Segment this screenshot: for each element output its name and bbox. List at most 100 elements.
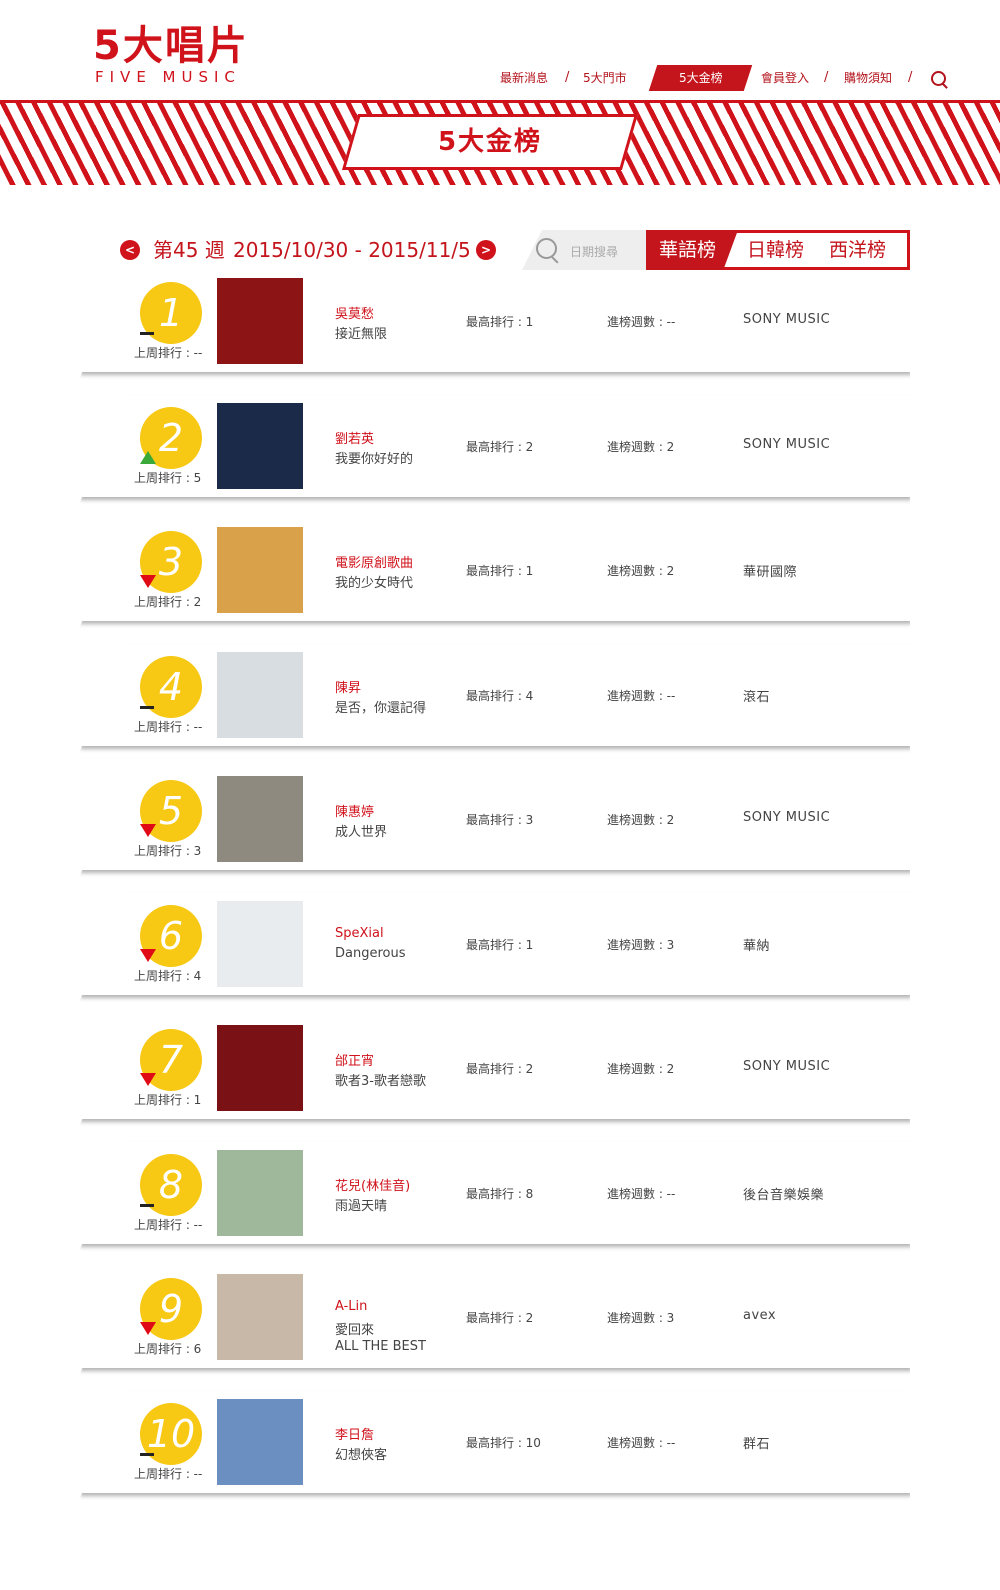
peak-rank: 最高排行 : 10 — [466, 1435, 541, 1450]
artist-name[interactable]: A-Lin — [335, 1299, 367, 1314]
album-title[interactable]: 幻想俠客 — [335, 1444, 387, 1463]
artist-name[interactable]: 花兒(林佳音) — [335, 1175, 410, 1194]
date-search-icon[interactable] — [536, 238, 557, 259]
artist-name[interactable]: 陳昇 — [335, 677, 361, 696]
peak-rank: 最高排行 : 1 — [466, 937, 534, 952]
nav-stores[interactable]: 5大門市 — [583, 65, 627, 91]
album-title[interactable]: 成人世界 — [335, 821, 387, 840]
weeks-on-chart: 進榜週數 : 2 — [607, 439, 675, 454]
album-cover[interactable] — [217, 776, 303, 862]
trend-flat-icon — [140, 705, 154, 709]
banner-top-line — [0, 100, 1000, 103]
weeks-on-chart: 進榜週數 : -- — [607, 1186, 676, 1201]
chart-row[interactable]: 10 上周排行 : -- 李日詹 幻想俠客 最高排行 : 10 進榜週數 : -- 群石 — [78, 1390, 910, 1493]
album-title[interactable]: 雨過天晴 — [335, 1195, 387, 1214]
tab-japan-korea[interactable]: 日韓榜 — [747, 233, 804, 267]
trend-down-icon — [140, 824, 156, 837]
nav-login[interactable]: 會員登入 — [761, 65, 809, 91]
album-cover[interactable] — [217, 278, 303, 364]
last-week-rank: 上周排行 : -- — [134, 346, 203, 360]
trend-flat-icon — [140, 1452, 154, 1456]
album-title[interactable]: 是否，你還記得 — [335, 697, 426, 716]
nav-separator: / — [565, 70, 570, 85]
last-week-rank: 上周排行 : 5 — [134, 470, 202, 485]
chart-banner: 5大金榜 — [0, 100, 1000, 185]
artist-name[interactable]: 吳莫愁 — [335, 303, 374, 322]
week-number: 第45 週 — [153, 238, 225, 262]
record-label: 滾石 — [743, 689, 771, 705]
weeks-on-chart: 進榜週數 : -- — [607, 315, 676, 329]
peak-rank: 最高排行 : 2 — [466, 1062, 534, 1076]
last-week-rank: 上周排行 : 4 — [134, 968, 202, 983]
chart-row[interactable]: 8 上周排行 : -- 花兒(林佳音) 雨過天晴 最高排行 : 8 進榜週數 : -- 後台… — [78, 1141, 910, 1244]
trend-down-icon — [140, 1322, 156, 1335]
site-header: 5大唱片 FIVE MUSIC 最新消息 / 5大門市 5大金榜 會員登入 / … — [0, 0, 1000, 100]
album-cover[interactable] — [217, 1274, 303, 1360]
record-label: 後台音樂娛樂 — [743, 1187, 825, 1203]
record-label: 群石 — [743, 1436, 771, 1452]
chart-row[interactable]: 2 上周排行 : 5 劉若英 我要你好好的 最高排行 : 2 進榜週數 : 2 SONY M… — [78, 394, 910, 497]
album-title[interactable]: 我要你好好的 — [335, 448, 413, 467]
artist-name[interactable]: 電影原創歌曲 — [335, 552, 413, 571]
weeks-on-chart: 進榜週數 : 3 — [607, 937, 675, 952]
record-label: 華納 — [743, 938, 771, 954]
last-week-rank: 上周排行 : 3 — [134, 844, 202, 858]
album-title[interactable]: 接近無限 — [335, 323, 387, 342]
tab-western[interactable]: 西洋榜 — [829, 233, 886, 267]
album-cover[interactable] — [217, 1398, 303, 1485]
prev-week-button[interactable]: < — [120, 240, 140, 260]
date-search-placeholder[interactable]: 日期搜尋 — [570, 243, 618, 260]
artist-name[interactable]: SpeXial — [335, 926, 384, 941]
album-cover[interactable] — [217, 402, 303, 489]
album-title[interactable]: 歌者3-歌者戀歌 — [335, 1070, 426, 1089]
chart-row[interactable]: 1 上周排行 : -- 吳莫愁 接近無限 最高排行 : 1 進榜週數 : -- SONY M… — [78, 270, 910, 372]
logo-text-en: FIVE MUSIC — [95, 68, 241, 86]
next-week-button[interactable]: > — [476, 240, 496, 260]
chart-tabs: 華語榜 日韓榜 西洋榜 — [646, 230, 910, 270]
last-week-rank: 上周排行 : -- — [134, 1466, 203, 1481]
album-cover[interactable] — [217, 527, 303, 613]
album-cover[interactable] — [217, 900, 303, 987]
peak-rank: 最高排行 : 1 — [466, 315, 534, 329]
nav-shopping[interactable]: 購物須知 — [844, 65, 892, 91]
week-bar: < 第45 週 2015/10/30 - 2015/11/5 > 日期搜尋 華語… — [118, 230, 918, 270]
artist-name[interactable]: 李日詹 — [335, 1424, 374, 1443]
logo[interactable]: 5大唱片 FIVE MUSIC — [93, 22, 283, 88]
record-label: SONY MUSIC — [743, 436, 831, 452]
peak-rank: 最高排行 : 3 — [466, 813, 534, 827]
chart-row[interactable]: 3 上周排行 : 2 電影原創歌曲 我的少女時代 最高排行 : 1 進榜週數 : 2 華研國… — [78, 519, 910, 621]
chart-row[interactable]: 5 上周排行 : 3 陳惠婷 成人世界 最高排行 : 3 進榜週數 : 2 SONY MUS… — [78, 768, 910, 870]
artist-name[interactable]: 陳惠婷 — [335, 801, 374, 820]
album-title[interactable]: 愛回來 — [335, 1319, 374, 1338]
search-icon[interactable] — [931, 71, 946, 86]
peak-rank: 最高排行 : 1 — [466, 564, 534, 578]
weeks-on-chart: 進榜週數 : 2 — [607, 564, 675, 578]
artist-name[interactable]: 邰正宵 — [335, 1050, 374, 1069]
nav-charts[interactable]: 5大金榜 — [648, 65, 753, 91]
album-cover[interactable] — [217, 1025, 303, 1111]
artist-name[interactable]: 劉若英 — [335, 428, 374, 447]
last-week-rank: 上周排行 : 6 — [134, 1342, 202, 1356]
nav-news[interactable]: 最新消息 — [500, 65, 548, 91]
album-cover[interactable] — [217, 651, 303, 738]
record-label: 華研國際 — [743, 565, 798, 580]
weeks-on-chart: 進榜週數 : -- — [607, 688, 676, 703]
weeks-on-chart: 進榜週數 : 2 — [607, 1062, 675, 1076]
peak-rank: 最高排行 : 2 — [466, 439, 534, 454]
album-title[interactable]: 我的少女時代 — [335, 572, 413, 591]
album-title[interactable]: Dangerous — [335, 946, 406, 961]
peak-rank: 最高排行 : 2 — [466, 1311, 534, 1325]
album-cover[interactable] — [217, 1149, 303, 1236]
last-week-rank: 上周排行 : -- — [134, 1217, 203, 1232]
trend-down-icon — [140, 1073, 156, 1086]
nav-charts-label: 5大金榜 — [678, 71, 723, 85]
tab-mandarin[interactable]: 華語榜 — [659, 233, 716, 267]
last-week-rank: 上周排行 : 2 — [134, 595, 202, 609]
chart-row[interactable]: 9 上周排行 : 6 A-Lin 愛回來 ALL THE BEST 最高排行 : 2 進榜週… — [78, 1266, 910, 1368]
chart-row[interactable]: 4 上周排行 : -- 陳昇 是否，你還記得 最高排行 : 4 進榜週數 : -- 滾石 — [78, 643, 910, 746]
week-date-range: 2015/10/30 - 2015/11/5 — [233, 238, 471, 262]
trend-up-icon — [140, 450, 156, 464]
chart-row[interactable]: 6 上周排行 : 4 SpeXial Dangerous 最高排行 : 1 進榜週數 : … — [78, 892, 910, 995]
record-label: SONY MUSIC — [743, 1059, 831, 1074]
chart-row[interactable]: 7 上周排行 : 1 邰正宵 歌者3-歌者戀歌 最高排行 : 2 進榜週數 : 2 SONY… — [78, 1017, 910, 1119]
